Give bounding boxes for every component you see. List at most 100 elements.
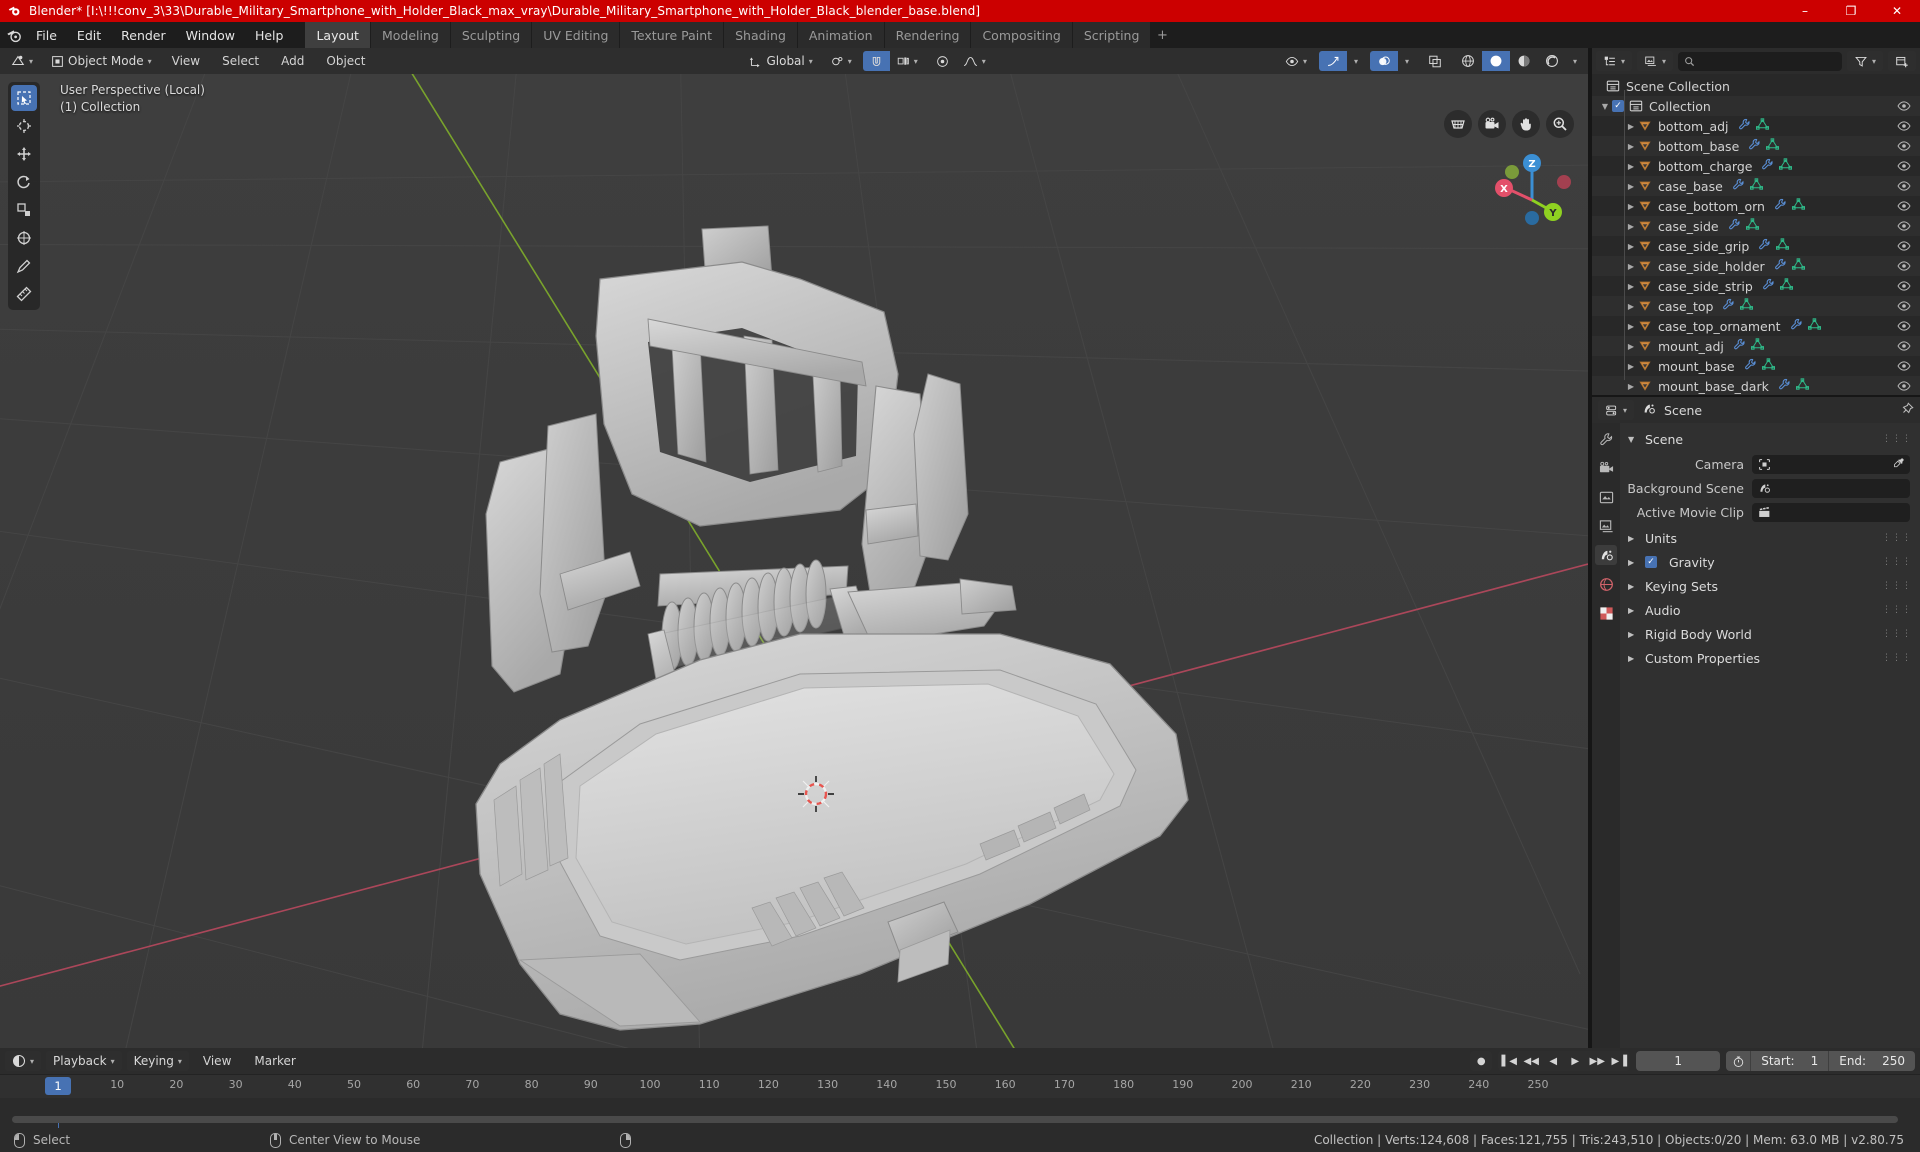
outliner-row[interactable]: ▶ case_top_ornament	[1592, 316, 1920, 336]
visibility-eye-icon[interactable]	[1897, 296, 1911, 316]
properties-section-header[interactable]: ▶ ✓ Gravity ⋮⋮⋮	[1620, 550, 1920, 574]
snap-toggle-button[interactable]	[862, 51, 890, 71]
panel-drag-handle[interactable]: ⋮⋮⋮	[1882, 581, 1912, 590]
outliner-editor-type-button[interactable]: ▾	[1596, 51, 1633, 71]
outliner-row[interactable]: ▶ mount_base_dark	[1592, 376, 1920, 395]
chevron-right-icon[interactable]: ▶	[1624, 162, 1638, 171]
outliner-row[interactable]: ▶ bottom_base	[1592, 136, 1920, 156]
modifier-icon[interactable]	[1774, 198, 1787, 214]
outliner-row[interactable]: ▶ case_top	[1592, 296, 1920, 316]
zoom-view-icon[interactable]	[1546, 110, 1574, 138]
camera-view-icon[interactable]	[1478, 110, 1506, 138]
menu-window[interactable]: Window	[176, 25, 245, 45]
snap-target-dropdown[interactable]: ▾	[890, 51, 925, 71]
outliner-row[interactable]: ▶ bottom_charge	[1592, 156, 1920, 176]
tab-view-layer[interactable]	[1595, 516, 1617, 536]
chevron-right-icon[interactable]: ▶	[1624, 302, 1638, 311]
auto-keying-button[interactable]: ●	[1470, 1051, 1492, 1071]
shading-dropdown[interactable]: ▾	[1566, 51, 1584, 71]
tab-compositing[interactable]: Compositing	[971, 22, 1073, 48]
visibility-eye-icon[interactable]	[1897, 316, 1911, 336]
modifier-icon[interactable]	[1778, 378, 1791, 394]
properties-editor-type-button[interactable]: ▾	[1598, 400, 1635, 420]
tab-texture-paint[interactable]: Texture Paint	[620, 22, 725, 48]
modifier-icon[interactable]	[1761, 158, 1774, 174]
properties-editor[interactable]: ▾ Scene ▼ Scene ⋮⋮⋮ Camera Background Sc…	[1592, 397, 1920, 1048]
tab-layout[interactable]: Layout	[305, 22, 371, 48]
modifier-icon[interactable]	[1744, 358, 1757, 374]
tool-select-box[interactable]	[11, 85, 37, 111]
tab-sculpting[interactable]: Sculpting	[450, 22, 533, 48]
chevron-right-icon[interactable]: ▶	[1624, 122, 1638, 131]
visibility-eye-icon[interactable]	[1897, 356, 1911, 376]
modifier-icon[interactable]	[1738, 118, 1751, 134]
mesh-data-icon[interactable]	[1791, 258, 1805, 274]
current-frame-field[interactable]: 1	[1636, 1051, 1721, 1071]
timeline-menu-marker[interactable]: Marker	[245, 1051, 304, 1071]
timeline-menu-keying[interactable]: Keying ▾	[126, 1051, 189, 1071]
show-overlays-button[interactable]	[1369, 51, 1398, 71]
active-movie-clip-field[interactable]	[1752, 503, 1910, 522]
viewport-menu-object[interactable]: Object	[317, 51, 374, 71]
mesh-data-icon[interactable]	[1795, 378, 1809, 394]
modifier-icon[interactable]	[1774, 258, 1787, 274]
viewport-menu-add[interactable]: Add	[272, 51, 313, 71]
chevron-right-icon[interactable]: ▶	[1624, 342, 1638, 351]
navigation-gizmo[interactable]: Z X Y	[1490, 146, 1574, 230]
modifier-icon[interactable]	[1733, 338, 1746, 354]
editor-type-button[interactable]: ▾	[4, 51, 41, 71]
mesh-data-icon[interactable]	[1776, 238, 1790, 254]
chevron-down-icon[interactable]: ▼	[1598, 102, 1612, 111]
visibility-eye-icon[interactable]	[1897, 196, 1911, 216]
chevron-right-icon[interactable]: ▶	[1624, 382, 1638, 391]
menu-help[interactable]: Help	[245, 25, 294, 45]
shading-wireframe-button[interactable]	[1454, 51, 1482, 71]
properties-section-header[interactable]: ▶ Custom Properties ⋮⋮⋮	[1620, 646, 1920, 670]
proportional-edit-button[interactable]	[929, 51, 956, 71]
mesh-data-icon[interactable]	[1807, 318, 1821, 334]
visibility-eye-icon[interactable]	[1897, 216, 1911, 236]
outliner-row[interactable]: Scene Collection	[1592, 76, 1920, 96]
outliner-row[interactable]: ▶ mount_adj	[1592, 336, 1920, 356]
camera-field[interactable]	[1752, 455, 1910, 474]
mesh-data-icon[interactable]	[1791, 198, 1805, 214]
tool-move[interactable]	[11, 141, 37, 167]
modifier-icon[interactable]	[1722, 298, 1735, 314]
tab-tool[interactable]	[1595, 429, 1617, 449]
start-frame-field[interactable]: Start: 1	[1750, 1051, 1828, 1071]
outliner-row[interactable]: ▶ case_bottom_orn	[1592, 196, 1920, 216]
tool-transform[interactable]	[11, 225, 37, 251]
outliner-row[interactable]: ▶ case_base	[1592, 176, 1920, 196]
modifier-icon[interactable]	[1790, 318, 1803, 334]
panel-drag-handle[interactable]: ⋮⋮⋮	[1882, 557, 1912, 566]
menu-file[interactable]: File	[26, 25, 67, 45]
tool-rotate[interactable]	[11, 169, 37, 195]
outliner-row[interactable]: ▶ case_side	[1592, 216, 1920, 236]
show-gizmo-button[interactable]	[1318, 51, 1347, 71]
play-reverse-button[interactable]: ◀	[1542, 1051, 1564, 1071]
mesh-data-icon[interactable]	[1766, 138, 1780, 154]
scene-panel-header[interactable]: ▼ Scene ⋮⋮⋮	[1620, 427, 1920, 451]
visibility-eye-icon[interactable]	[1897, 116, 1911, 136]
shading-material-button[interactable]	[1510, 51, 1538, 71]
play-button[interactable]: ▶	[1564, 1051, 1586, 1071]
next-keyframe-button[interactable]: ▶▶	[1586, 1051, 1608, 1071]
modifier-icon[interactable]	[1758, 238, 1771, 254]
tab-output[interactable]	[1595, 487, 1617, 507]
outliner-row[interactable]: ▶ case_side_strip	[1592, 276, 1920, 296]
outliner-row[interactable]: ▶ case_side_grip	[1592, 236, 1920, 256]
tool-scale[interactable]	[11, 197, 37, 223]
chevron-right-icon[interactable]: ▶	[1624, 222, 1638, 231]
panel-drag-handle[interactable]: ⋮⋮⋮	[1882, 533, 1912, 542]
panel-drag-handle[interactable]: ⋮⋮⋮	[1882, 605, 1912, 614]
timeline-menu-playback[interactable]: Playback ▾	[46, 1051, 122, 1071]
visibility-eye-icon[interactable]	[1897, 136, 1911, 156]
outliner-row[interactable]: ▼ ✓ Collection	[1592, 96, 1920, 116]
panel-drag-handle[interactable]: ⋮⋮⋮	[1882, 434, 1912, 443]
end-frame-field[interactable]: End: 250	[1828, 1051, 1915, 1071]
timeline-editor-type-button[interactable]: ▾	[5, 1051, 42, 1071]
use-preview-range-icon[interactable]	[1726, 1051, 1750, 1071]
tab-world[interactable]	[1595, 574, 1617, 594]
chevron-right-icon[interactable]: ▶	[1624, 282, 1638, 291]
chevron-right-icon[interactable]: ▶	[1624, 242, 1638, 251]
